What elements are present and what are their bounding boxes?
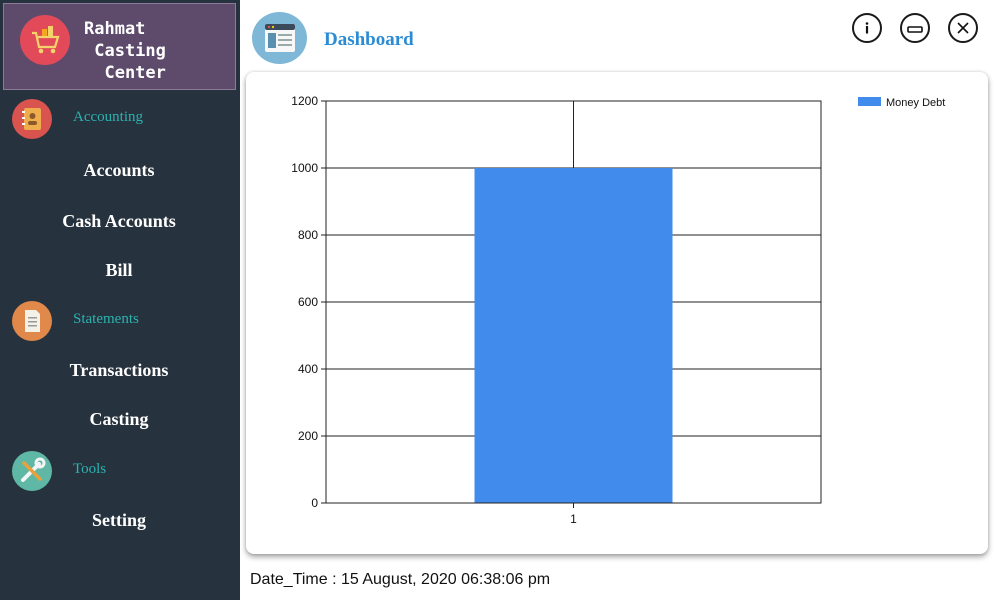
section-label: Statements	[73, 311, 139, 327]
y-tick-label: 200	[298, 429, 318, 443]
datetime-label: Date_Time : 15 August, 2020 06:38:06 pm	[250, 571, 551, 588]
y-tick-label: 0	[311, 496, 318, 510]
minimize-button[interactable]	[900, 13, 930, 43]
close-icon	[957, 22, 969, 34]
app-title: Rahmat Casting Center	[84, 19, 166, 83]
minimize-icon	[907, 26, 923, 33]
section-statements[interactable]: Statements	[12, 301, 232, 341]
document-icon	[12, 301, 52, 341]
browser-window-icon	[252, 12, 307, 64]
sidebar-item-casting[interactable]: Casting	[0, 409, 238, 430]
cart-logo-icon	[20, 15, 70, 65]
chart-card: 0 200 400 600 800 1000 1200 1 Money Debt	[246, 72, 988, 554]
info-icon	[865, 22, 869, 34]
sidebar: Rahmat Casting Center Accounting Account…	[0, 0, 240, 600]
y-tick-label: 600	[298, 295, 318, 309]
sidebar-item-setting[interactable]: Setting	[0, 510, 238, 531]
close-button[interactable]	[948, 13, 978, 43]
y-tick-label: 400	[298, 362, 318, 376]
sidebar-item-accounts[interactable]: Accounts	[0, 160, 238, 181]
address-book-icon	[12, 99, 52, 139]
sidebar-item-transactions[interactable]: Transactions	[0, 360, 238, 381]
wrench-screwdriver-icon	[12, 451, 52, 491]
y-tick-label: 1200	[291, 94, 318, 108]
section-label: Tools	[73, 461, 107, 477]
info-button[interactable]	[852, 13, 882, 43]
sidebar-item-bill[interactable]: Bill	[0, 260, 238, 281]
y-tick-label: 1000	[291, 161, 318, 175]
money-debt-chart: 0 200 400 600 800 1000 1200 1 Money Debt	[291, 94, 945, 526]
x-tick-label: 1	[570, 512, 577, 526]
bar	[474, 168, 673, 503]
section-tools[interactable]: Tools	[12, 451, 232, 491]
legend-swatch	[858, 97, 881, 106]
y-tick-label: 800	[298, 228, 318, 242]
section-label: Accounting	[73, 109, 143, 125]
section-accounting[interactable]: Accounting	[12, 99, 232, 139]
sidebar-item-cash-accounts[interactable]: Cash Accounts	[0, 211, 238, 232]
brand-panel: Rahmat Casting Center	[3, 3, 236, 90]
legend-label: Money Debt	[886, 97, 945, 109]
page-title: Dashboard	[324, 29, 414, 50]
